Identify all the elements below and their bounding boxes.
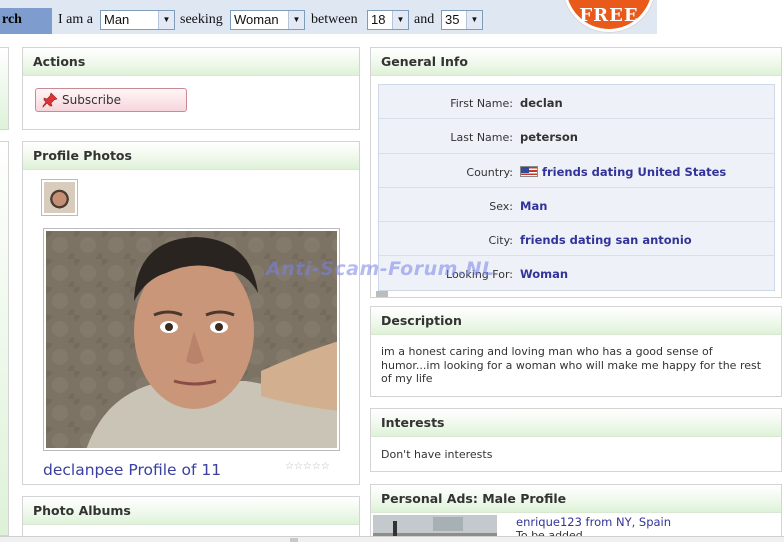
chevron-down-icon: ▼ [158,11,174,29]
general-info-panel: General Info First Name: declan Last Nam… [370,47,782,298]
and-label: and [414,12,435,27]
interests-header: Interests [371,409,781,437]
info-label: Looking For: [446,268,513,282]
info-value: peterson [520,130,578,145]
seeking-label: seeking [180,12,223,27]
main-profile-photo[interactable] [43,228,340,451]
scrollbar-thumb[interactable] [290,538,298,542]
subscribe-button[interactable]: Subscribe [35,88,187,112]
general-info-header: General Info [371,48,781,76]
personal-ads-panel: Personal Ads: Male Profile enrique123 fr… [370,484,782,542]
actions-header: Actions [23,48,359,76]
city-link[interactable]: friends dating san antonio [520,233,692,247]
left-column-stub [0,141,9,536]
profile-photos-panel: Profile Photos declanpee Profile of 11 ☆… [22,141,360,485]
age-to-value: 35 [445,12,460,27]
interests-text: Don't have interests [381,448,493,461]
info-row-first-name: First Name: declan [379,85,774,120]
horizontal-scrollbar[interactable] [0,536,784,542]
age-from-value: 18 [371,12,386,27]
seeking-select-value: Woman [234,12,279,27]
panel-divider [376,291,388,297]
general-info-table: First Name: declan Last Name: peterson C… [378,84,775,291]
photo-caption-link[interactable]: declanpee Profile of 11 [43,461,221,479]
us-flag-icon [520,165,538,177]
chevron-down-icon: ▼ [466,11,482,29]
info-row-sex: Sex: Man [379,188,774,223]
pin-icon [42,92,58,108]
gender-select[interactable]: Man ▼ [100,10,175,30]
ad-profile-link[interactable]: enrique123 from NY, Spain [516,515,671,529]
chevron-down-icon: ▼ [288,11,304,29]
description-panel: Description im a honest caring and lovin… [370,306,782,397]
age-from-select[interactable]: 18 ▼ [367,10,409,30]
photo-albums-header: Photo Albums [23,497,359,525]
search-label: rch [0,8,52,34]
info-row-looking-for: Looking For: Woman [379,256,774,290]
description-header: Description [371,307,781,335]
rating-stars-icon[interactable]: ☆☆☆☆☆ [285,461,330,472]
info-row-city: City: friends dating san antonio [379,222,774,257]
age-to-select[interactable]: 35 ▼ [441,10,483,30]
gender-select-value: Man [104,12,130,27]
info-label: Sex: [489,199,513,213]
country-link[interactable]: friends dating United States [520,165,726,179]
info-label: Country: [466,165,513,179]
info-label: Last Name: [450,131,513,145]
profile-photo-image [46,231,337,448]
chevron-down-icon: ▼ [392,11,408,29]
info-label: First Name: [450,97,513,110]
personal-ads-header: Personal Ads: Male Profile [371,485,781,513]
sex-link[interactable]: Man [520,199,547,213]
i-am-label: I am a [58,12,93,27]
info-label: City: [488,234,513,248]
between-label: between [311,12,358,27]
subscribe-label: Subscribe [62,93,121,107]
info-row-country: Country: friends dating United States [379,154,774,188]
photo-thumbnail[interactable] [41,179,78,216]
looking-for-link[interactable]: Woman [520,267,568,281]
description-text: im a honest caring and loving man who ha… [381,345,762,385]
info-value: declan [520,96,563,110]
info-row-last-name: Last Name: peterson [379,119,774,154]
actions-panel: Actions Subscribe [22,47,360,130]
quick-search-bar: rch I am a Man ▼ seeking Woman ▼ between… [0,0,657,34]
left-column-stub [0,47,9,130]
country-link-text: friends dating United States [542,164,727,179]
interests-panel: Interests Don't have interests [370,408,782,472]
seeking-select[interactable]: Woman ▼ [230,10,305,30]
profile-photos-header: Profile Photos [23,142,359,170]
